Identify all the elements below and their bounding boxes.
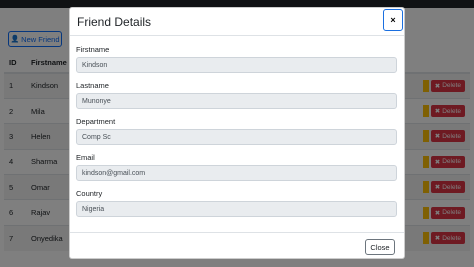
lastname-label: Lastname <box>76 81 109 90</box>
modal-title: Friend Details <box>77 15 152 29</box>
email-field[interactable]: kindson@gmail.com <box>76 165 397 181</box>
email-label: Email <box>76 153 95 162</box>
country-label: Country <box>76 189 103 198</box>
modal-close-x-button[interactable]: × <box>383 9 403 31</box>
lastname-value: Munonye <box>82 97 111 105</box>
firstname-label: Firstname <box>76 45 110 54</box>
department-field[interactable]: Comp Sc <box>76 129 397 145</box>
modal-body: Firstname Kindson Lastname Munonye Depar… <box>70 36 404 230</box>
lastname-field[interactable]: Munonye <box>76 93 397 109</box>
country-value: Nigeria <box>82 205 105 213</box>
close-icon: × <box>390 15 396 25</box>
firstname-field[interactable]: Kindson <box>76 57 397 73</box>
close-button[interactable]: Close <box>365 239 395 255</box>
department-label: Department <box>76 117 116 126</box>
firstname-value: Kindson <box>82 61 108 69</box>
modal-footer: Close <box>70 232 404 259</box>
friend-details-modal: Friend Details × Firstname Kindson Lastn… <box>69 7 405 259</box>
country-field[interactable]: Nigeria <box>76 201 397 217</box>
department-value: Comp Sc <box>82 133 111 141</box>
modal-header: Friend Details × <box>70 8 404 36</box>
email-value: kindson@gmail.com <box>82 169 146 177</box>
